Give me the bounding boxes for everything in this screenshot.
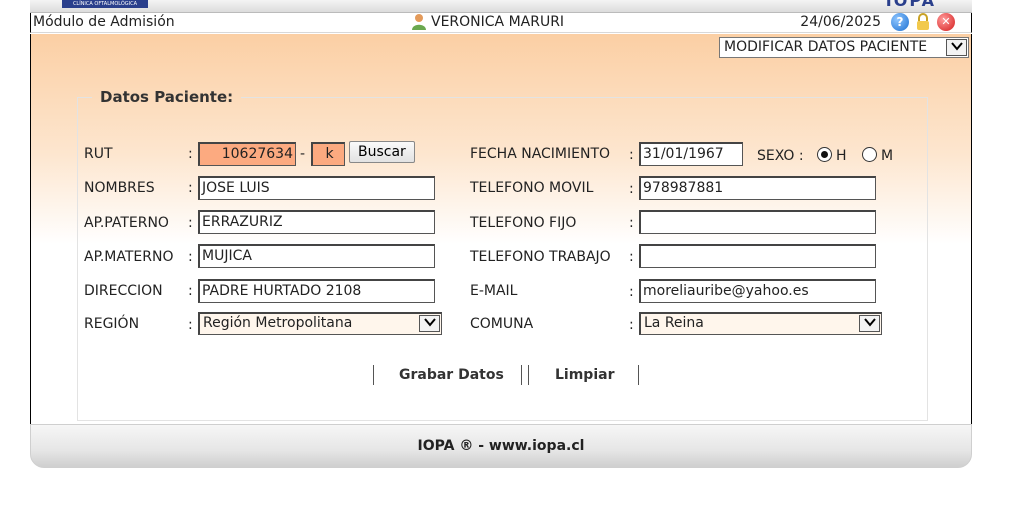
colon: : <box>629 249 634 265</box>
comuna-select-value: La Reina <box>644 315 704 331</box>
footer-text: IOPA ® - www.iopa.cl <box>417 438 585 454</box>
chevron-down-icon[interactable] <box>946 39 967 56</box>
search-button[interactable]: Buscar <box>349 141 415 163</box>
separator <box>528 365 529 385</box>
comuna-select[interactable]: La Reina <box>639 312 882 335</box>
current-date: 24/06/2025 <box>800 14 881 30</box>
fecha-nacimiento-input[interactable]: 31/01/1967 <box>639 142 743 166</box>
mode-select-value: MODIFICAR DATOS PACIENTE <box>724 39 928 55</box>
ap-paterno-input[interactable]: ERRAZURIZ <box>198 210 435 234</box>
chevron-down-icon[interactable] <box>419 315 440 332</box>
help-icon[interactable]: ? <box>891 13 909 31</box>
region-label: REGIÓN <box>84 316 140 332</box>
chevron-down-icon[interactable] <box>859 315 880 332</box>
user-name: VERONICA MARURI <box>431 13 565 30</box>
region-select-value: Región Metropolitana <box>203 315 353 331</box>
colon: : <box>188 180 193 196</box>
colon: : <box>188 249 193 265</box>
close-icon[interactable]: ✕ <box>937 13 955 31</box>
colon: : <box>629 181 634 197</box>
colon: : <box>629 147 634 163</box>
ap-materno-input[interactable]: MUJICA <box>198 244 435 268</box>
iopa-logo: IOPA <box>885 0 936 10</box>
separator <box>373 365 374 385</box>
direccion-label: DIRECCION <box>84 283 163 299</box>
sexo-label: SEXO : <box>757 148 804 164</box>
footer: IOPA ® - www.iopa.cl <box>30 424 972 468</box>
colon: : <box>629 317 634 333</box>
ap-materno-label: AP.MATERNO <box>84 249 174 265</box>
colon: : <box>629 284 634 300</box>
sexo-h-label: H <box>836 148 847 164</box>
main-panel: MODIFICAR DATOS PACIENTE Datos Paciente:… <box>30 34 972 424</box>
telefono-trabajo-input[interactable] <box>639 244 876 268</box>
module-title: Módulo de Admisión <box>33 14 175 30</box>
separator <box>521 365 522 385</box>
mode-select[interactable]: MODIFICAR DATOS PACIENTE <box>719 37 969 58</box>
colon: : <box>188 283 193 299</box>
nombres-label: NOMBRES <box>84 180 155 196</box>
rut-dv-input[interactable]: k <box>311 142 345 166</box>
nombres-input[interactable]: JOSE LUIS <box>198 176 435 200</box>
colon: : <box>188 317 193 333</box>
sexo-m-label: M <box>881 148 894 164</box>
sexo-h-radio[interactable] <box>817 147 832 162</box>
colon: : <box>188 146 193 162</box>
top-banner: CLÍNICA OFTALMOLÓGICA IOPA <box>30 0 972 13</box>
sexo-m-radio[interactable] <box>862 147 877 162</box>
comuna-label: COMUNA <box>470 316 534 332</box>
region-select[interactable]: Región Metropolitana <box>198 312 442 335</box>
fieldset-legend: Datos Paciente: <box>100 88 234 106</box>
colon: : <box>188 215 193 231</box>
fecha-nacimiento-label: FECHA NACIMIENTO <box>470 146 611 162</box>
telefono-movil-label: TELEFONO MOVIL <box>470 180 594 196</box>
rut-dash: - <box>300 146 306 162</box>
clinic-logo: CLÍNICA OFTALMOLÓGICA <box>62 0 148 8</box>
clear-button[interactable]: Limpiar <box>555 367 614 383</box>
email-label: E-MAIL <box>470 283 518 299</box>
colon: : <box>629 215 634 231</box>
separator <box>638 365 639 385</box>
rut-input[interactable]: 10627634 <box>198 142 296 166</box>
user-icon <box>411 13 427 30</box>
telefono-trabajo-label: TELEFONO TRABAJO <box>470 249 611 265</box>
ap-paterno-label: AP.PATERNO <box>84 215 169 231</box>
telefono-fijo-label: TELEFONO FIJO <box>470 215 577 231</box>
direccion-input[interactable]: PADRE HURTADO 2108 <box>198 279 435 303</box>
lock-icon[interactable] <box>915 13 931 31</box>
email-input[interactable]: moreliauribe@yahoo.es <box>639 279 876 303</box>
rut-label: RUT <box>84 146 113 162</box>
header-bar: Módulo de Admisión VERONICA MARURI 24/06… <box>30 13 972 33</box>
telefono-fijo-input[interactable] <box>639 210 876 234</box>
save-button[interactable]: Grabar Datos <box>399 367 504 383</box>
telefono-movil-input[interactable]: 978987881 <box>639 176 876 200</box>
current-user: VERONICA MARURI <box>411 13 564 30</box>
